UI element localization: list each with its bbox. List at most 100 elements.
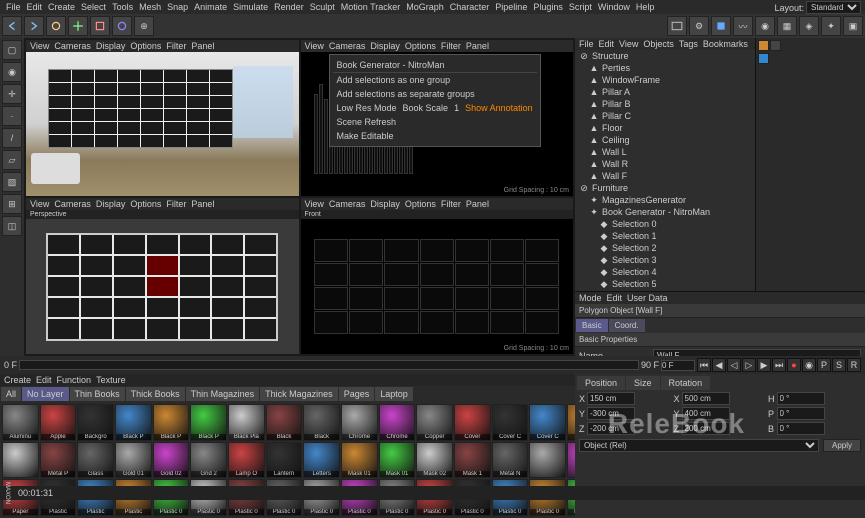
material-ball[interactable]: Metal N (492, 442, 529, 479)
viewport-bottom-right[interactable]: ViewCamerasDisplayOptionsFilterPanel Fro… (301, 198, 574, 354)
coord-tab[interactable]: Size (626, 376, 660, 390)
material-ball[interactable]: Lantern (266, 442, 303, 479)
vp-menu-tl[interactable]: ViewCamerasDisplayOptionsFilterPanel (26, 40, 299, 52)
pos-x-input[interactable] (587, 392, 635, 405)
mat-tab[interactable]: Thin Magazines (186, 387, 260, 401)
menu-select[interactable]: Select (81, 2, 106, 12)
edge-mode-icon[interactable]: / (2, 128, 22, 148)
record-icon[interactable]: ● (787, 358, 801, 372)
tag-icon[interactable] (758, 53, 769, 64)
tree-item[interactable]: ▲Pillar B (575, 98, 755, 110)
live-select-icon[interactable] (46, 16, 66, 36)
mat-tab[interactable]: Laptop (375, 387, 413, 401)
material-ball[interactable]: Letters (303, 442, 340, 479)
tree-item[interactable]: ▲Pillar C (575, 110, 755, 122)
vp-menu-bl[interactable]: ViewCamerasDisplayOptionsFilterPanel (26, 198, 299, 210)
coord-tab[interactable]: Rotation (661, 376, 711, 390)
show-annotation-button[interactable]: Show Annotation (465, 103, 533, 113)
material-ball[interactable]: Cover C (492, 404, 529, 441)
point-mode-icon[interactable]: · (2, 106, 22, 126)
material-ball[interactable]: Grid 2 (190, 442, 227, 479)
pos-y-input[interactable] (587, 407, 635, 420)
size-y-input[interactable] (682, 407, 730, 420)
material-ball[interactable]: Aluminu (2, 404, 39, 441)
coord-tab[interactable]: Position (577, 376, 625, 390)
model-mode-icon[interactable]: ▢ (2, 40, 22, 60)
material-ball[interactable]: Black (303, 404, 340, 441)
menu-script[interactable]: Script (569, 2, 592, 12)
timeline-current[interactable] (661, 360, 695, 371)
vp-menu-br[interactable]: ViewCamerasDisplayOptionsFilterPanel (301, 198, 574, 210)
menu-character[interactable]: Character (450, 2, 490, 12)
material-ball[interactable]: Black P (115, 404, 152, 441)
workplane-icon[interactable]: ◫ (2, 216, 22, 236)
layout-selector[interactable]: Layout: Standard (774, 1, 861, 14)
context-item[interactable]: Make Editable (333, 129, 537, 143)
material-ball[interactable]: Mask 01 (379, 442, 416, 479)
timeline[interactable]: 0 F 90 F ⏮ ◀ ◁ ▷ ▶ ⏭ ● ◉ P S R (0, 356, 865, 374)
material-ball[interactable]: Backgro (77, 404, 114, 441)
mat-tab[interactable]: No Layer (22, 387, 69, 401)
context-menu[interactable]: Book Generator - NitroMan Add selections… (329, 54, 541, 147)
material-ball[interactable]: Cover (454, 404, 491, 441)
tag-icon[interactable] (758, 40, 769, 51)
autokey-icon[interactable]: ◉ (802, 358, 816, 372)
size-z-input[interactable] (682, 422, 730, 435)
tree-item[interactable]: ✦MagazinesGenerator (575, 194, 755, 206)
key-pos-icon[interactable]: P (817, 358, 831, 372)
prev-frame-icon[interactable]: ◀ (712, 358, 726, 372)
tree-item[interactable]: ▲Wall L (575, 146, 755, 158)
tree-item[interactable]: ◆Selection 2 (575, 242, 755, 254)
play-back-icon[interactable]: ◁ (727, 358, 741, 372)
axis-icon[interactable]: ✛ (2, 84, 22, 104)
material-ball[interactable]: Metal P (40, 442, 77, 479)
menu-mograph[interactable]: MoGraph (406, 2, 444, 12)
key-rot-icon[interactable]: R (847, 358, 861, 372)
obj-menu[interactable]: FileEditViewObjectsTagsBookmarks (575, 38, 755, 50)
attribute-manager[interactable]: ModeEditUser Data Polygon Object [Wall F… (575, 292, 865, 356)
coord-mode-select[interactable]: Object (Rel) (579, 439, 819, 452)
move-icon[interactable] (68, 16, 88, 36)
material-ball[interactable]: Gold 02 (153, 442, 190, 479)
next-frame-icon[interactable]: ▶ (757, 358, 771, 372)
mat-tab[interactable]: Thick Magazines (260, 387, 338, 401)
tree-item[interactable]: ▲Perties (575, 62, 755, 74)
tree-item[interactable]: ▲Wall F (575, 170, 755, 182)
object-manager[interactable]: FileEditViewObjectsTagsBookmarks ⊘Struct… (575, 38, 755, 291)
material-ball[interactable]: Chrome (379, 404, 416, 441)
rot-p-input[interactable] (777, 407, 825, 420)
vp-menu-tr[interactable]: ViewCamerasDisplayOptionsFilterPanel (301, 40, 574, 52)
mat-tab[interactable]: Pages (339, 387, 375, 401)
attr-tab[interactable]: Basic (576, 319, 608, 332)
apply-button[interactable]: Apply (823, 439, 861, 452)
object-mode-icon[interactable]: ◉ (2, 62, 22, 82)
tree-item[interactable]: ⊘Furniture (575, 182, 755, 194)
deformer-icon[interactable]: ◈ (799, 16, 819, 36)
menu-motion tracker[interactable]: Motion Tracker (341, 2, 401, 12)
spline-icon[interactable]: 〰 (733, 16, 753, 36)
material-ball[interactable] (567, 442, 575, 479)
viewport-bottom-left[interactable]: ViewCamerasDisplayOptionsFilterPanel Per… (26, 198, 299, 354)
tree-item[interactable]: ✦Book Generator - NitroMan (575, 206, 755, 218)
menu-create[interactable]: Create (48, 2, 75, 12)
material-ball[interactable] (529, 442, 566, 479)
texture-mode-icon[interactable]: ▨ (2, 172, 22, 192)
material-ball[interactable]: Gold 01 (115, 442, 152, 479)
context-item[interactable]: Scene Refresh (333, 115, 537, 129)
rot-h-input[interactable] (777, 392, 825, 405)
tree-item[interactable]: ◆Selection 0 (575, 218, 755, 230)
menu-file[interactable]: File (6, 2, 21, 12)
menu-window[interactable]: Window (598, 2, 630, 12)
timeline-track[interactable] (19, 360, 639, 370)
menu-help[interactable]: Help (636, 2, 655, 12)
tag-icon[interactable] (770, 40, 781, 51)
material-ball[interactable]: Black P (153, 404, 190, 441)
tree-item[interactable]: ▲WindowFrame (575, 74, 755, 86)
menu-edit[interactable]: Edit (27, 2, 43, 12)
cube-icon[interactable] (711, 16, 731, 36)
play-icon[interactable]: ▷ (742, 358, 756, 372)
menu-mesh[interactable]: Mesh (139, 2, 161, 12)
material-ball[interactable]: Chrome (341, 404, 378, 441)
goto-start-icon[interactable]: ⏮ (697, 358, 711, 372)
material-ball[interactable] (2, 442, 39, 479)
